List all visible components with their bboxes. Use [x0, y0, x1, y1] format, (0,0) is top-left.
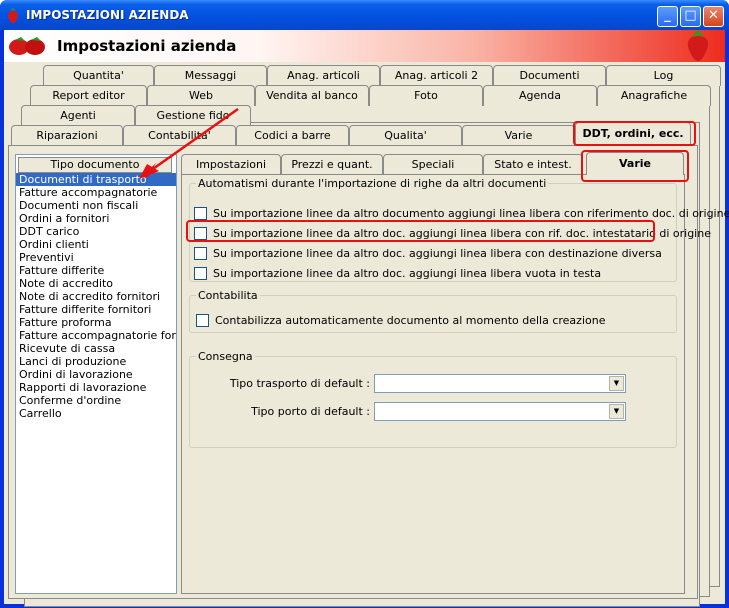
document-type-item[interactable]: Conferme d'ordine [16, 394, 176, 407]
consegna-group: Consegna [189, 350, 677, 448]
tab-messaggi[interactable]: Messaggi [154, 65, 267, 86]
checkbox[interactable] [194, 266, 207, 280]
option-destinazione-diversa[interactable]: Su importazione linee da altro doc. aggi… [194, 246, 662, 260]
tipo-trasporto-select[interactable]: ▼ [374, 374, 626, 393]
minimize-icon[interactable]: _ [657, 6, 678, 27]
tab-vendita-al-banco[interactable]: Vendita al banco [255, 85, 369, 106]
strawberry-icon [9, 37, 45, 55]
document-type-item[interactable]: Lanci di produzione [16, 355, 176, 368]
red-arrow-annotation [139, 107, 239, 179]
dropdown-arrow-icon[interactable]: ▼ [609, 376, 624, 391]
automatismi-legend: Automatismi durante l'importazione di ri… [198, 177, 547, 190]
strawberry-icon [687, 30, 709, 61]
tab-documenti[interactable]: Documenti [493, 65, 606, 86]
tab-anag-articoli[interactable]: Anag. articoli [267, 65, 380, 86]
tab-speciali[interactable]: Speciali [383, 154, 483, 174]
option-rif-doc-origine[interactable]: Su importazione linee da altro documento… [194, 206, 729, 220]
tab-riparazioni[interactable]: Riparazioni [11, 125, 123, 146]
tab-web[interactable]: Web [147, 85, 255, 106]
checkbox[interactable] [194, 246, 207, 260]
tab-foto[interactable]: Foto [369, 85, 483, 106]
tipo-porto-label: Tipo porto di default : [251, 405, 370, 418]
tipo-porto-select[interactable]: ▼ [374, 402, 626, 421]
document-type-item[interactable]: Carrello [16, 407, 176, 420]
header-title: Impostazioni azienda [57, 37, 237, 55]
window-title: IMPOSTAZIONI AZIENDA [26, 8, 189, 22]
document-type-list[interactable]: Tipo documento Documenti di trasporto Fat… [15, 154, 177, 594]
tab-anag-articoli-2[interactable]: Anag. articoli 2 [380, 65, 493, 86]
document-type-item[interactable]: Fatture accompagnatorie fornitori [16, 329, 176, 342]
title-bar: IMPOSTAZIONI AZIENDA _ □ ✕ [0, 0, 729, 30]
close-icon[interactable]: ✕ [703, 6, 724, 27]
document-type-item[interactable]: Ricevute di cassa [16, 342, 176, 355]
checkbox[interactable] [196, 313, 209, 327]
highlight-ddt-tab [573, 121, 696, 146]
tab-prezzi-quant[interactable]: Prezzi e quant. [281, 154, 383, 174]
document-type-item[interactable]: Ordini clienti [16, 238, 176, 251]
strawberry-icon [8, 8, 18, 23]
tipo-trasporto-label: Tipo trasporto di default : [229, 377, 370, 390]
document-type-item[interactable]: Fatture differite fornitori [16, 303, 176, 316]
tab-report-editor[interactable]: Report editor [30, 85, 147, 106]
tab-quantita[interactable]: Quantita' [43, 65, 154, 86]
option-linea-vuota[interactable]: Su importazione linee da altro doc. aggi… [194, 266, 601, 280]
document-type-item[interactable]: Ordini a fornitori [16, 212, 176, 225]
document-type-items: Documenti di trasporto Fatture accompagna… [16, 173, 176, 420]
dropdown-arrow-icon[interactable]: ▼ [609, 404, 624, 419]
app-window: IMPOSTAZIONI AZIENDA _ □ ✕ Impostazioni … [0, 0, 729, 608]
tab-agenda[interactable]: Agenda [483, 85, 597, 106]
maximize-icon[interactable]: □ [680, 6, 701, 27]
option-contabilizza[interactable]: Contabilizza automaticamente documento a… [196, 313, 605, 327]
tab-log[interactable]: Log [606, 65, 721, 86]
highlight-intestatario-option [186, 220, 655, 242]
tab-codici-a-barre[interactable]: Codici a barre [236, 125, 349, 146]
document-type-item[interactable]: Note di accredito fornitori [16, 290, 176, 303]
tab-stato-intest[interactable]: Stato e intest. [483, 154, 583, 174]
document-type-item[interactable]: Note di accredito [16, 277, 176, 290]
tab-qualita[interactable]: Qualita' [349, 125, 462, 146]
inner-tab-page-varie: Automatismi durante l'importazione di ri… [181, 174, 729, 594]
header-banner: Impostazioni azienda [4, 30, 725, 62]
client-area: Impostazioni azienda Quantita' Messaggi … [4, 30, 729, 607]
document-type-item[interactable]: Rapporti di lavorazione [16, 381, 176, 394]
document-type-item[interactable]: DDT carico [16, 225, 176, 238]
highlight-varie-tab [581, 150, 689, 182]
contabilita-legend: Contabilita [198, 289, 258, 302]
tab-anagrafiche[interactable]: Anagrafiche [597, 85, 711, 106]
document-type-item[interactable]: Fatture accompagnatorie [16, 186, 176, 199]
consegna-legend: Consegna [198, 350, 253, 363]
document-type-item[interactable]: Fatture proforma [16, 316, 176, 329]
document-type-item[interactable]: Ordini di lavorazione [16, 368, 176, 381]
tab-varie-outer[interactable]: Varie [462, 125, 575, 146]
document-type-item[interactable]: Preventivi [16, 251, 176, 264]
document-type-item[interactable]: Fatture differite [16, 264, 176, 277]
document-type-item[interactable]: Documenti non fiscali [16, 199, 176, 212]
checkbox[interactable] [194, 206, 207, 220]
tab-agenti[interactable]: Agenti [21, 105, 135, 126]
tab-page-ddt: Tipo documento Documenti di trasporto Fat… [8, 145, 729, 599]
